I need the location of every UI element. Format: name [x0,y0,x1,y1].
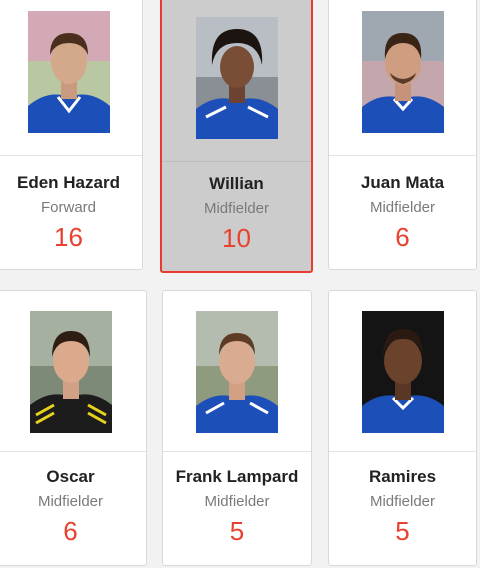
player-number: 5 [395,516,410,546]
player-photo [27,11,110,133]
photo-area [162,0,311,162]
player-name: Ramires [368,467,437,486]
photo-area [0,291,146,452]
player-number: 16 [54,222,83,252]
player-name: Juan Mata [360,173,445,192]
player-name: Eden Hazard [17,173,120,192]
player-photo [195,17,278,139]
player-card-frank-lampard[interactable]: Frank Lampard Midfielder 5 [162,290,312,566]
player-number: 6 [63,516,78,546]
player-card-oscar[interactable]: Oscar Midfielder 6 [0,290,147,566]
player-photo [196,311,278,433]
photo-area [0,0,142,156]
player-position: Midfielder [369,493,436,510]
player-card-willian[interactable]: Willian Midfielder 10 [160,0,313,273]
player-position: Midfielder [204,493,270,510]
player-photo [361,311,444,433]
player-photo [29,311,112,433]
photo-area [163,291,311,452]
player-photo [361,11,444,133]
player-position: Forward [40,199,96,216]
player-card-ramires[interactable]: Ramires Midfielder 5 [328,290,477,566]
player-number: 5 [229,516,245,546]
player-name: Frank Lampard [175,467,299,486]
player-number: 10 [222,223,251,253]
player-card-eden-hazard[interactable]: Eden Hazard Forward 16 [0,0,143,270]
player-name: Willian [209,174,264,193]
photo-area [329,291,476,452]
player-name: Oscar [46,467,95,486]
player-position: Midfielder [369,199,436,216]
photo-area [329,0,476,156]
player-position: Midfielder [37,493,104,510]
player-number: 6 [395,222,410,252]
player-card-juan-mata[interactable]: Juan Mata Midfielder 6 [328,0,477,270]
player-position: Midfielder [203,200,270,217]
